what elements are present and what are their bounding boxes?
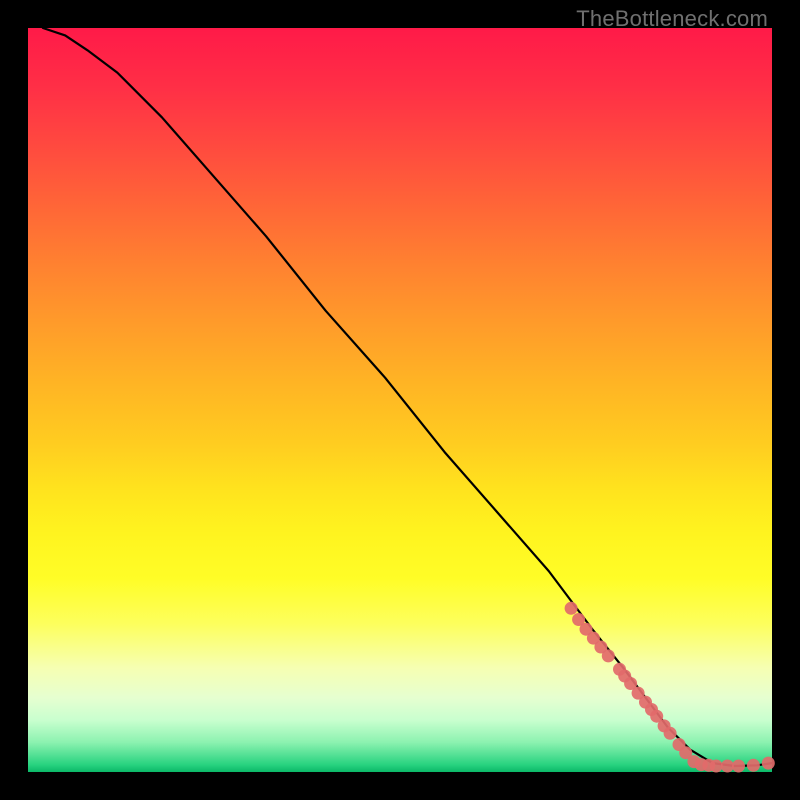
- plot-area: [28, 28, 772, 772]
- data-point: [710, 760, 723, 773]
- data-point: [762, 757, 775, 770]
- bottleneck-curve: [43, 28, 772, 766]
- data-point: [602, 649, 615, 662]
- chart-stage: TheBottleneck.com: [0, 0, 800, 800]
- data-point: [721, 760, 734, 773]
- curve-layer: [43, 28, 772, 766]
- data-point: [664, 727, 677, 740]
- data-point: [747, 759, 760, 772]
- data-point: [565, 602, 578, 615]
- data-point: [732, 760, 745, 773]
- marker-layer: [565, 602, 775, 773]
- chart-svg: [28, 28, 772, 772]
